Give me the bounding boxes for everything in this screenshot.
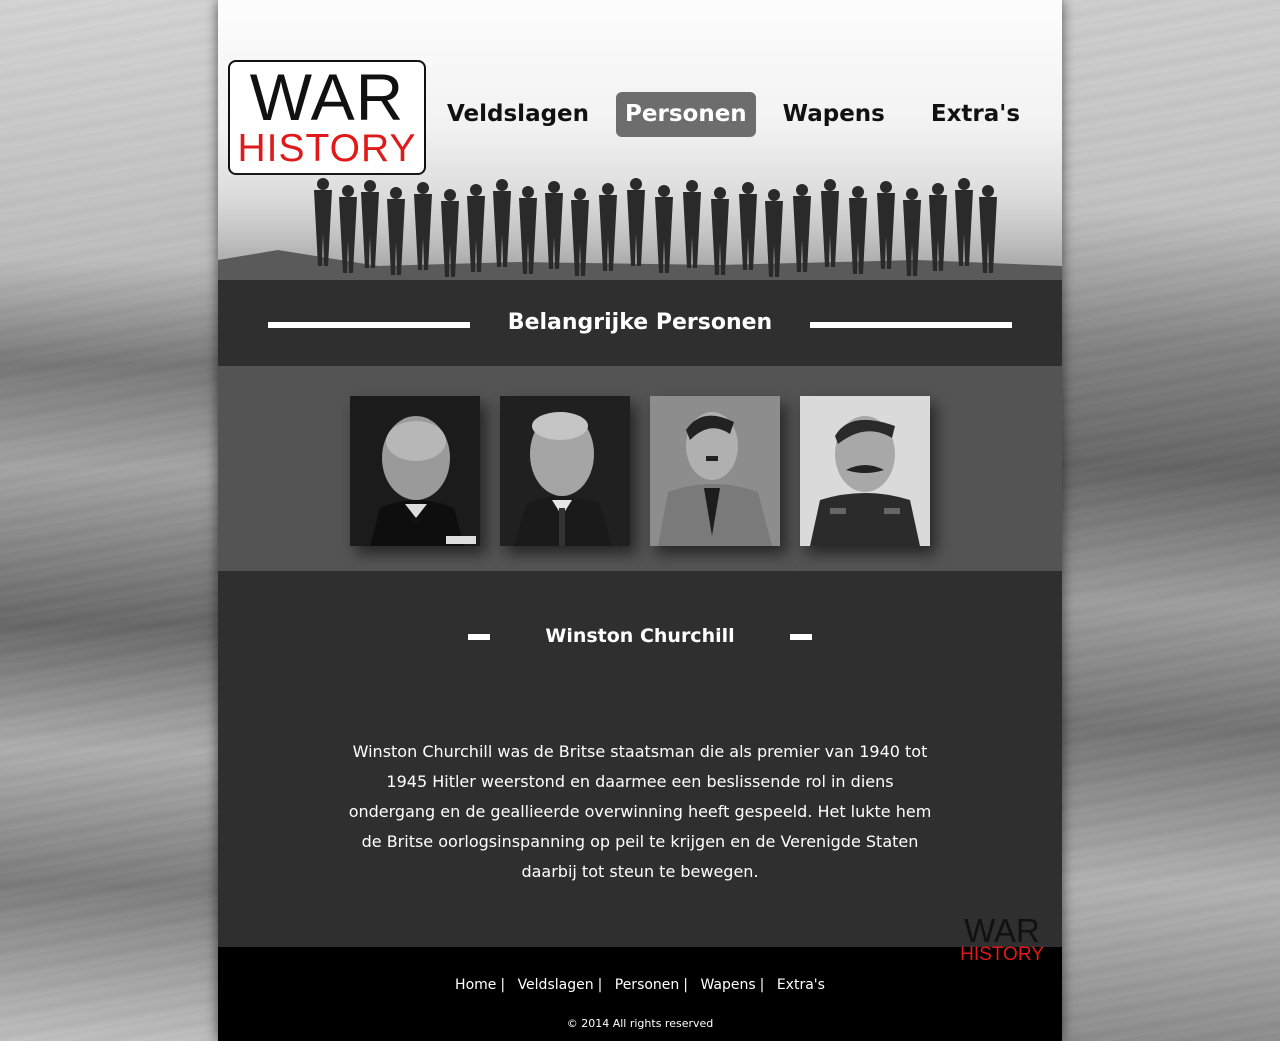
soldier-helmet <box>796 184 808 196</box>
soldier-helmet <box>364 180 376 192</box>
main-nav: Veldslagen Personen Wapens Extra's <box>438 92 1039 137</box>
footer-link-extras[interactable]: Extra's <box>777 977 825 993</box>
portrait-hitler[interactable] <box>650 396 780 546</box>
site-logo[interactable]: WAR HISTORY <box>228 60 426 175</box>
soldier-helmet <box>496 179 508 191</box>
soldier-helmet <box>317 178 329 190</box>
soldier-helmet <box>958 178 970 190</box>
soldier-helmet <box>742 182 754 194</box>
section-title-band: Belangrijke Personen <box>218 280 1062 366</box>
footer-nav: Home | Veldslagen | Personen | Wapens | Extr… <box>218 977 1062 993</box>
footer-logo: WAR HISTORY <box>960 912 1044 965</box>
soldier-helmet <box>686 180 698 192</box>
soldier-helmet <box>342 185 354 197</box>
soldier-helmet <box>470 184 482 196</box>
soldier-helmet <box>658 185 670 197</box>
footer-separator: | <box>759 977 765 993</box>
portrait-roosevelt[interactable] <box>500 396 630 546</box>
copyright-text: © 2014 All rights reserved <box>566 1017 714 1030</box>
person-name: Winston Churchill <box>545 625 735 647</box>
page-container: WAR HISTORY Veldslagen Personen Wapens E… <box>218 0 1062 1041</box>
soldiers-banner-image <box>218 170 1062 280</box>
soldier-helmet <box>880 181 892 193</box>
background-photo-left <box>0 0 218 1041</box>
soldier-helmet <box>548 181 560 193</box>
portrait-stalin[interactable] <box>800 396 930 546</box>
site-header: WAR HISTORY Veldslagen Personen Wapens E… <box>218 0 1062 280</box>
soldier-helmet <box>417 182 429 194</box>
soldier-helmet <box>630 178 642 190</box>
soldier-helmet <box>714 187 726 199</box>
soldier-helmet <box>390 187 402 199</box>
title-divider-right <box>810 322 1012 328</box>
soldier-helmet <box>602 183 614 195</box>
nav-item-personen[interactable]: Personen <box>616 92 756 137</box>
soldier-helmet <box>768 189 780 201</box>
footer-separator: | <box>597 977 603 993</box>
soldier-helmet <box>522 186 534 198</box>
soldier-helmet <box>982 185 994 197</box>
footer-link-home[interactable]: Home <box>455 977 496 993</box>
footer-logo-war-text: WAR <box>964 912 1040 949</box>
background-photo-right <box>1062 0 1280 1041</box>
person-description: Winston Churchill was de Britse staatsma… <box>348 742 932 881</box>
portrait-churchill[interactable] <box>350 396 480 546</box>
nav-item-extras[interactable]: Extra's <box>922 92 1029 137</box>
footer-separator: | <box>500 977 506 993</box>
soldier-helmet <box>906 188 918 200</box>
soldier-helmet <box>574 188 586 200</box>
nav-item-veldslagen[interactable]: Veldslagen <box>438 92 598 137</box>
person-detail: Winston Churchill Winston Churchill was … <box>218 571 1062 964</box>
footer-link-wapens[interactable]: Wapens <box>700 977 755 993</box>
footer-logo-history-text: HISTORY <box>960 944 1044 965</box>
soldier-helmet <box>852 186 864 198</box>
name-divider-right <box>790 634 812 640</box>
soldier-helmet <box>824 179 836 191</box>
footer-separator: | <box>683 977 688 993</box>
soldier-helmet <box>932 183 944 195</box>
soldier-helmet <box>444 189 456 201</box>
footer-link-personen[interactable]: Personen <box>615 977 680 993</box>
footer-link-veldslagen[interactable]: Veldslagen <box>518 977 594 993</box>
site-footer: Home | Veldslagen | Personen | Wapens | Extr… <box>218 947 1062 1041</box>
logo-history-text: HISTORY <box>237 127 417 170</box>
portrait-gallery <box>218 366 1062 571</box>
nav-item-wapens[interactable]: Wapens <box>774 92 894 137</box>
logo-war-text: WAR <box>249 60 405 134</box>
